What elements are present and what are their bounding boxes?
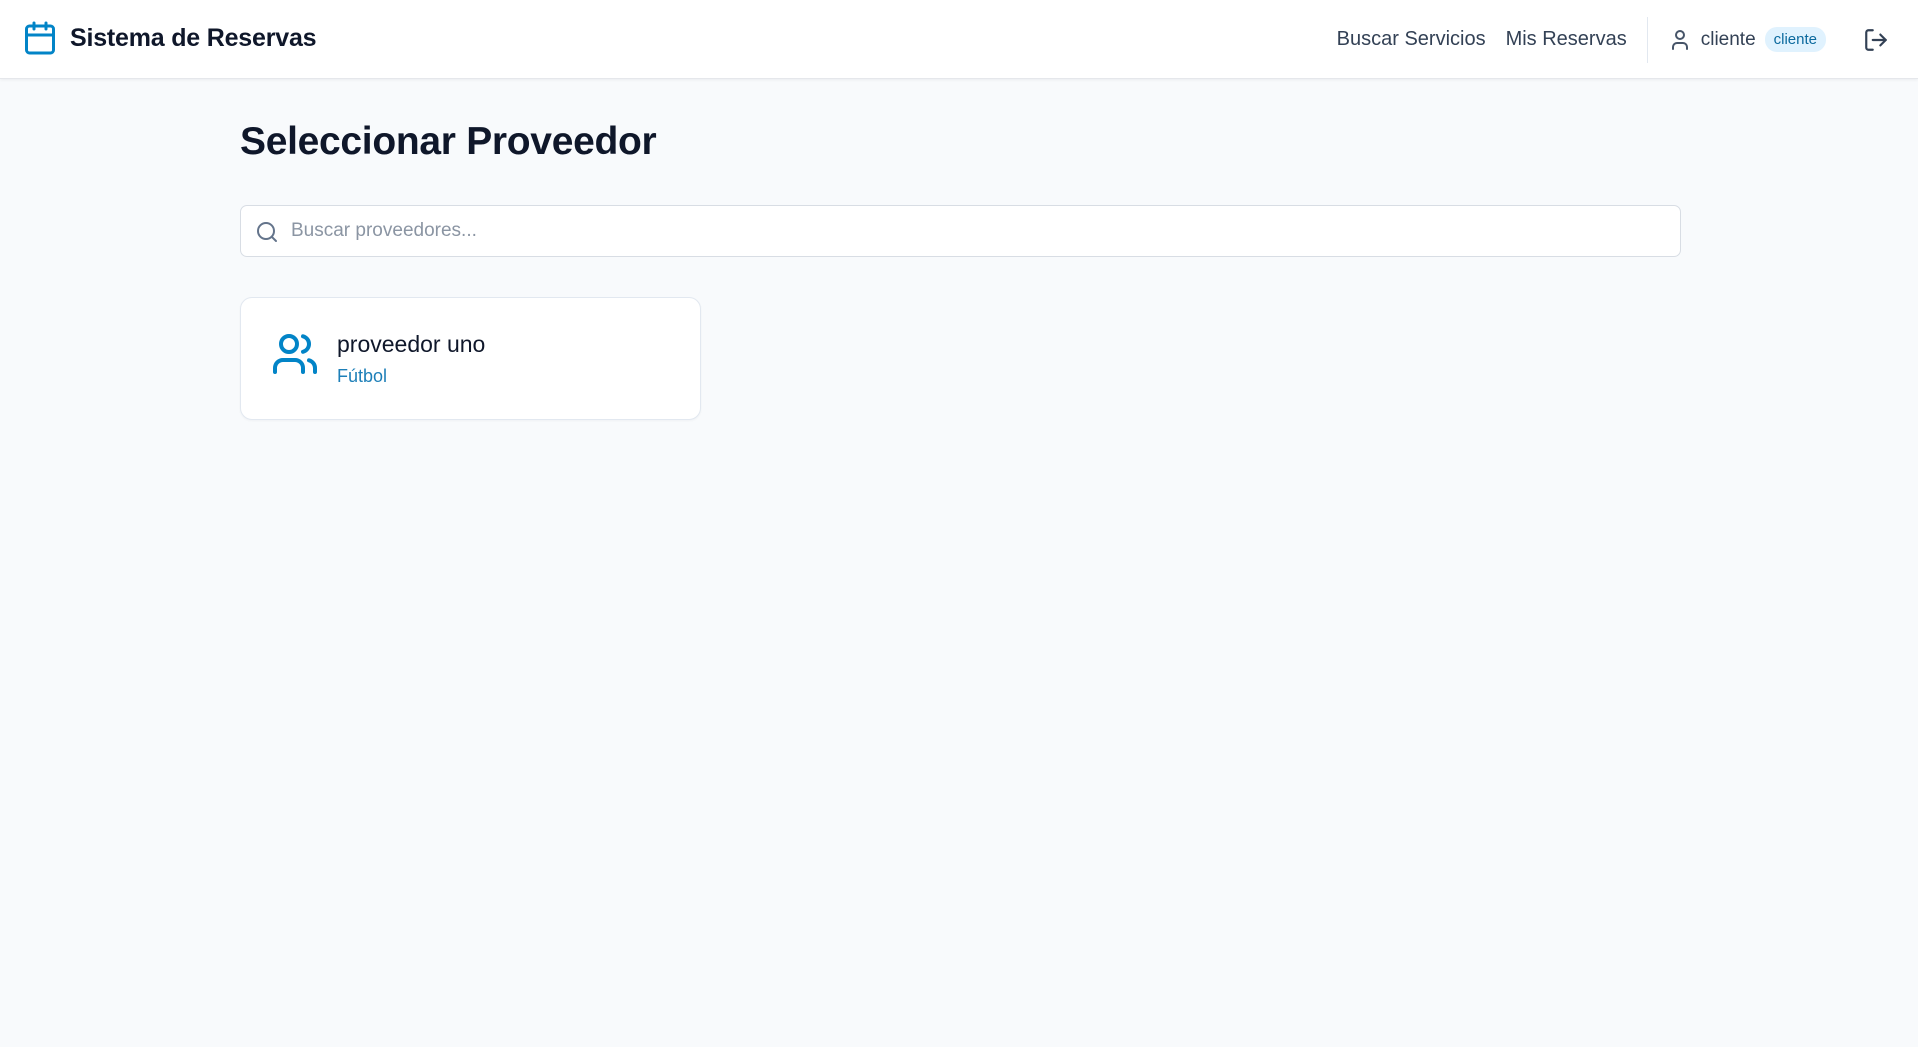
page-title: Seleccionar Proveedor (240, 120, 657, 163)
nav-links: Buscar Servicios Mis Reservas cliente cl… (1337, 0, 1918, 79)
logout-button[interactable] (1856, 20, 1896, 60)
nav-link-buscar-servicios[interactable]: Buscar Servicios (1337, 28, 1486, 51)
top-navbar: Sistema de Reservas Buscar Servicios Mis… (0, 0, 1918, 79)
nav-link-mis-reservas[interactable]: Mis Reservas (1506, 28, 1627, 51)
provider-card[interactable]: proveedor uno Fútbol (240, 297, 701, 420)
brand[interactable]: Sistema de Reservas (22, 19, 317, 57)
role-badge: cliente (1764, 27, 1826, 52)
user-info: cliente cliente (1668, 27, 1826, 53)
provider-name: proveedor uno (337, 331, 486, 357)
nav-divider (1646, 16, 1648, 63)
logout-icon (1863, 27, 1889, 53)
user-name: cliente (1700, 28, 1756, 50)
user-icon (1668, 27, 1692, 53)
users-icon (271, 330, 319, 378)
search-icon (255, 220, 279, 244)
app-title: Sistema de Reservas (70, 23, 317, 52)
search-box (240, 205, 1681, 257)
calendar-icon (22, 19, 58, 57)
provider-category: Fútbol (337, 366, 388, 386)
search-input[interactable] (291, 206, 1661, 256)
